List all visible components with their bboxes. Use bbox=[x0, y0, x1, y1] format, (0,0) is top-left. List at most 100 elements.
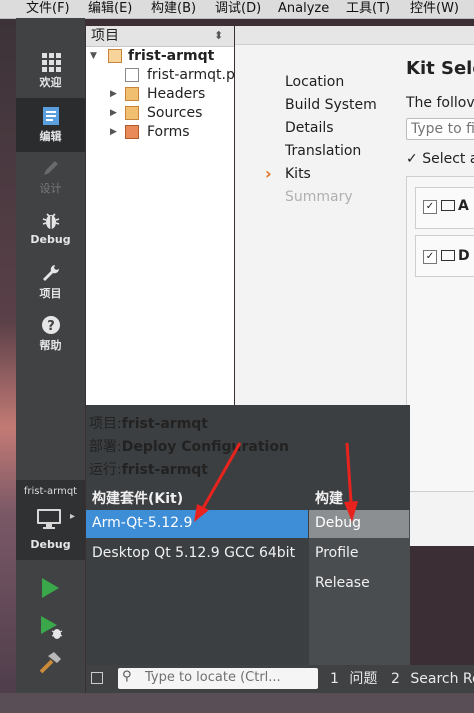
checkbox-checked-icon[interactable]: ✓ bbox=[423, 200, 437, 214]
wizard-title-bar bbox=[235, 26, 474, 45]
kit-option-label: Desktop Qt 5.12.9 GCC 64bit bbox=[92, 545, 296, 561]
issues-tab[interactable]: 1 问题 bbox=[330, 665, 377, 693]
kit-list: ✓ A ✓ D bbox=[406, 176, 474, 492]
wizard-step-translation: Translation bbox=[285, 143, 362, 159]
wizard-step-summary: Summary bbox=[285, 189, 353, 205]
toggle-sidebar-icon[interactable] bbox=[91, 672, 103, 684]
file-icon bbox=[125, 68, 139, 82]
wizard-step-location: Location bbox=[285, 74, 345, 90]
popup-project-label: 项目: bbox=[89, 416, 122, 432]
kit-row[interactable]: ✓ D bbox=[415, 235, 474, 277]
tree-item-label: Forms bbox=[147, 124, 190, 140]
popup-run-label: 运行: bbox=[89, 462, 122, 478]
menu-analyze[interactable]: Analyze bbox=[278, 0, 329, 17]
desktop-wallpaper bbox=[0, 0, 16, 713]
locator-placeholder: Type to locate (Ctrl... bbox=[145, 670, 281, 685]
output-pane-bar: ⚲ Type to locate (Ctrl... 1 问题 2 Search … bbox=[86, 665, 474, 693]
annotation-arrowhead-build bbox=[344, 501, 358, 522]
build-button[interactable] bbox=[37, 650, 63, 676]
chevron-right-icon[interactable]: ▶ bbox=[110, 85, 117, 104]
popup-project-line: 项目:frist-armqt bbox=[89, 413, 208, 433]
help-icon: ? bbox=[41, 316, 60, 334]
popup-deploy-label: 部署: bbox=[89, 439, 122, 455]
chevron-down-icon[interactable]: ▼ bbox=[90, 47, 97, 66]
hammer-icon bbox=[39, 652, 61, 674]
current-step-chevron-icon: › bbox=[265, 164, 272, 183]
wizard-step-details: Details bbox=[285, 120, 334, 136]
tree-item-label: Sources bbox=[147, 105, 203, 121]
tree-item-label: frist-armqt bbox=[128, 48, 215, 64]
build-option[interactable]: Release bbox=[309, 570, 409, 598]
mode-debug[interactable]: Debug bbox=[16, 211, 85, 263]
mode-welcome-label: 欢迎 bbox=[39, 76, 62, 89]
desktop-background bbox=[0, 693, 474, 713]
project-tree-title: 项目 bbox=[91, 28, 119, 44]
mode-design-label: 设计 bbox=[39, 182, 62, 195]
monitor-icon bbox=[441, 200, 455, 211]
build-option-label: Profile bbox=[315, 545, 359, 561]
kit-option[interactable]: Desktop Qt 5.12.9 GCC 64bit bbox=[86, 540, 308, 568]
chevron-right-icon[interactable]: ▶ bbox=[110, 104, 117, 123]
checkbox-checked-icon[interactable]: ✓ bbox=[423, 250, 437, 264]
menu-debug[interactable]: 调试(D) bbox=[215, 0, 261, 17]
monitor-icon bbox=[441, 250, 455, 261]
menu-widgets[interactable]: 控件(W) bbox=[410, 0, 459, 17]
tree-item-label: Headers bbox=[147, 86, 206, 102]
chevron-right-icon: ▸ bbox=[70, 511, 76, 522]
target-selector[interactable]: frist-armqt ▸ Debug bbox=[16, 480, 85, 560]
menu-edit[interactable]: 编辑(E) bbox=[88, 0, 132, 17]
mode-design[interactable]: 设计 bbox=[16, 158, 85, 210]
debug-run-button[interactable] bbox=[38, 614, 64, 640]
pencil-icon bbox=[43, 161, 58, 175]
edit-document-icon bbox=[42, 107, 59, 125]
sort-arrows-icon[interactable]: ⬍ bbox=[214, 26, 223, 46]
issues-tab-label: 问题 bbox=[349, 671, 378, 687]
wizard-step-kits: Kits bbox=[285, 166, 311, 182]
qt-project-icon bbox=[108, 49, 122, 63]
search-results-tab-number: 2 bbox=[391, 671, 400, 687]
chevron-right-icon[interactable]: ▶ bbox=[110, 123, 117, 142]
menu-tools[interactable]: 工具(T) bbox=[346, 0, 390, 17]
run-icon bbox=[42, 578, 59, 598]
select-all-checkbox[interactable]: ✓ Select a bbox=[406, 151, 474, 167]
wizard-page-title: Kit Sele bbox=[406, 58, 474, 79]
kit-filter-input[interactable] bbox=[406, 118, 474, 140]
menu-file[interactable]: 文件(F) bbox=[26, 0, 70, 17]
build-option-label: Release bbox=[315, 575, 370, 591]
kit-row-label: D bbox=[458, 248, 470, 264]
debug-run-icon bbox=[41, 616, 63, 639]
issues-tab-number: 1 bbox=[330, 671, 339, 687]
select-all-label: Select a bbox=[422, 151, 474, 167]
mode-edit[interactable]: 编辑 bbox=[16, 98, 85, 152]
search-icon: ⚲ bbox=[122, 669, 132, 684]
forms-folder-icon bbox=[125, 125, 139, 139]
annotation-arrow-build bbox=[345, 442, 353, 503]
bug-icon bbox=[42, 213, 59, 229]
locator-input[interactable]: ⚲ Type to locate (Ctrl... bbox=[118, 668, 318, 689]
wizard-page-text: The follov bbox=[406, 95, 474, 111]
wrench-icon bbox=[42, 265, 59, 281]
kit-option-label: Arm-Qt-5.12.9 bbox=[92, 515, 193, 531]
kit-row[interactable]: ✓ A bbox=[415, 187, 474, 229]
wizard-step-build-system: Build System bbox=[285, 97, 377, 113]
target-project-name: frist-armqt bbox=[23, 486, 78, 497]
mode-help[interactable]: ? 帮助 bbox=[16, 315, 85, 367]
annotation-arrows bbox=[194, 442, 358, 522]
mode-help-label: 帮助 bbox=[39, 339, 62, 352]
mode-welcome[interactable]: 欢迎 bbox=[16, 52, 85, 104]
mode-projects-label: 项目 bbox=[39, 287, 62, 300]
headers-folder-icon bbox=[125, 87, 139, 101]
popup-project-value: frist-armqt bbox=[121, 416, 209, 432]
build-option[interactable]: Profile bbox=[309, 540, 409, 568]
run-button[interactable] bbox=[38, 576, 62, 600]
search-results-tab[interactable]: 2 Search Res bbox=[391, 665, 474, 693]
tree-item-label: frist-armqt.p bbox=[147, 67, 235, 83]
mode-bar: 欢迎 编辑 设计 Debug 项目 ? 帮助 frist-armqt ▸ Deb… bbox=[16, 18, 85, 693]
sources-folder-icon bbox=[125, 106, 139, 120]
menu-build[interactable]: 构建(B) bbox=[151, 0, 196, 17]
mode-projects[interactable]: 项目 bbox=[16, 263, 85, 315]
svg-text:?: ? bbox=[47, 319, 55, 334]
project-tree-header: 项目 ⬍ bbox=[86, 26, 234, 47]
mode-edit-label: 编辑 bbox=[39, 130, 62, 143]
menubar: 文件(F) 编辑(E) 构建(B) 调试(D) Analyze 工具(T) 控件… bbox=[0, 0, 474, 19]
